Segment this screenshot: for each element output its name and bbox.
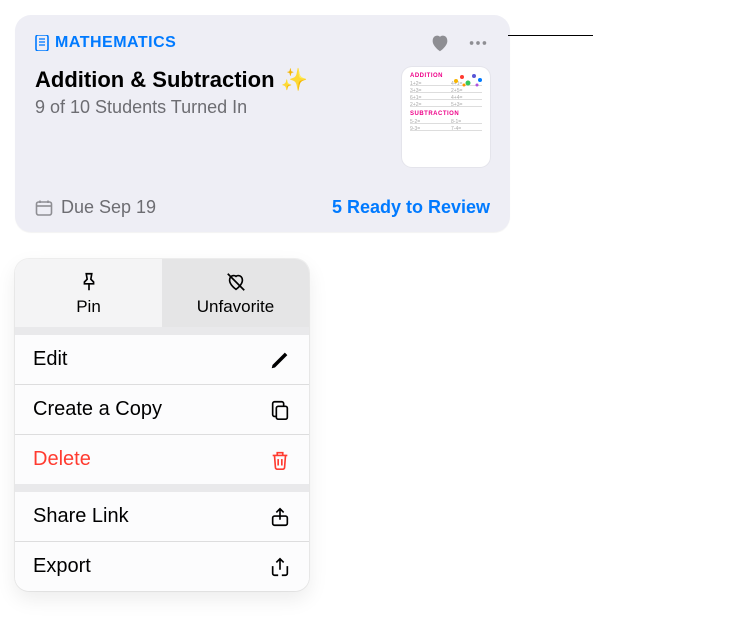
- pencil-icon: [269, 349, 291, 371]
- trash-icon: [269, 449, 291, 471]
- assignment-title: Addition & Subtraction ✨: [35, 67, 394, 93]
- card-text: Addition & Subtraction ✨ 9 of 10 Student…: [35, 67, 394, 167]
- menu-section-1: Edit Create a Copy Delete Share Link Exp…: [15, 327, 309, 591]
- callout-line: [508, 35, 593, 36]
- delete-label: Delete: [33, 448, 269, 471]
- share-icon: [269, 506, 291, 528]
- share-link-row[interactable]: Share Link: [15, 484, 309, 541]
- edit-row[interactable]: Edit: [15, 327, 309, 384]
- due-label: Due Sep 19: [61, 197, 156, 218]
- share-label: Share Link: [33, 505, 269, 528]
- card-body: Addition & Subtraction ✨ 9 of 10 Student…: [35, 67, 490, 167]
- unfavorite-label: Unfavorite: [197, 297, 274, 316]
- edit-label: Edit: [33, 348, 269, 371]
- export-icon: [269, 556, 291, 578]
- export-label: Export: [33, 555, 269, 578]
- copy-icon: [269, 399, 291, 421]
- assignment-thumbnail[interactable]: ADDITION 1+2=_4+1=_ 3+3=_2+5=_ 6+1=_4+4=…: [402, 67, 490, 167]
- delete-row[interactable]: Delete: [15, 434, 309, 484]
- card-footer: Due Sep 19 5 Ready to Review: [35, 197, 490, 218]
- pin-button[interactable]: Pin: [15, 259, 162, 327]
- export-row[interactable]: Export: [15, 541, 309, 591]
- ready-to-review-link[interactable]: 5 Ready to Review: [332, 197, 490, 218]
- favorite-icon[interactable]: [428, 31, 452, 55]
- unfavorite-button[interactable]: Unfavorite: [162, 259, 309, 327]
- card-header: MATHEMATICS: [35, 31, 490, 55]
- subject-badge[interactable]: MATHEMATICS: [35, 34, 176, 52]
- due-date: Due Sep 19: [35, 197, 156, 218]
- turned-in-status: 9 of 10 Students Turned In: [35, 97, 394, 118]
- calendar-icon: [35, 199, 53, 217]
- menu-top-row: Pin Unfavorite: [15, 259, 309, 327]
- book-icon: [35, 35, 49, 51]
- copy-label: Create a Copy: [33, 398, 269, 421]
- assignment-card: MATHEMATICS Addition & Subtraction ✨ 9 o…: [15, 15, 510, 232]
- subject-label: MATHEMATICS: [55, 34, 176, 52]
- pin-label: Pin: [76, 297, 101, 316]
- thumb-heading-2: SUBTRACTION: [410, 111, 482, 117]
- heart-slash-icon: [225, 271, 247, 293]
- context-menu: Pin Unfavorite Edit Create a Copy Delete: [15, 259, 309, 591]
- pin-icon: [78, 271, 100, 293]
- copy-row[interactable]: Create a Copy: [15, 384, 309, 434]
- more-icon[interactable]: [466, 31, 490, 55]
